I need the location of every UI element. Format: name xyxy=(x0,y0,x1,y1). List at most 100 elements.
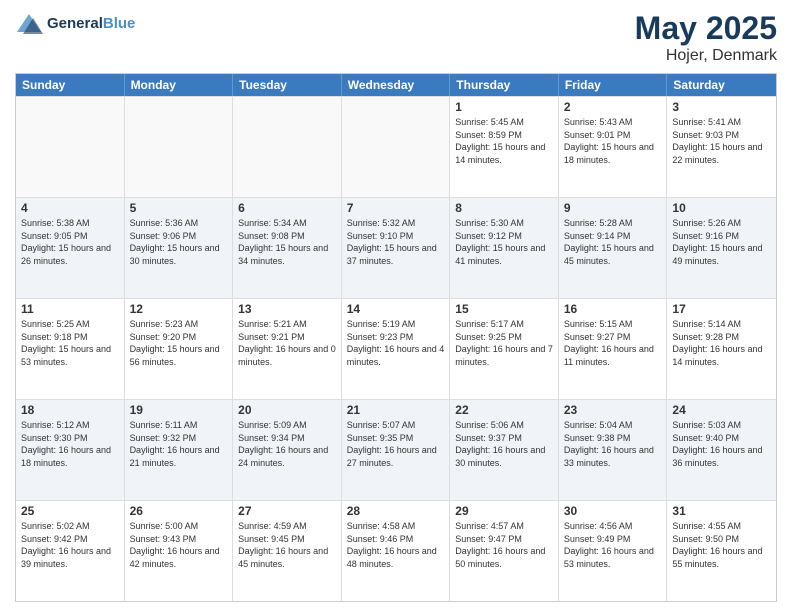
calendar-header-cell: Friday xyxy=(559,74,668,96)
day-number: 5 xyxy=(130,201,228,215)
calendar-cell: 11Sunrise: 5:25 AM Sunset: 9:18 PM Dayli… xyxy=(16,299,125,399)
calendar-cell: 4Sunrise: 5:38 AM Sunset: 9:05 PM Daylig… xyxy=(16,198,125,298)
day-number: 26 xyxy=(130,504,228,518)
day-info: Sunrise: 5:15 AM Sunset: 9:27 PM Dayligh… xyxy=(564,318,662,368)
day-info: Sunrise: 4:58 AM Sunset: 9:46 PM Dayligh… xyxy=(347,520,445,570)
calendar-cell: 25 Sunrise: 5:02 AM Sunset: 9:42 PM Dayli… xyxy=(16,501,125,601)
day-number: 6 xyxy=(238,201,336,215)
day-info: Sunrise: 5:03 AM Sunset: 9:40 PM Dayligh… xyxy=(672,419,771,469)
calendar-cell: 20Sunrise: 5:09 AM Sunset: 9:34 PM Dayli… xyxy=(233,400,342,500)
day-info: Sunrise: 5:23 AM Sunset: 9:20 PM Dayligh… xyxy=(130,318,228,368)
day-number: 8 xyxy=(455,201,553,215)
calendar-cell: 30 Sunrise: 4:56 AM Sunset: 9:49 PM Dayli… xyxy=(559,501,668,601)
calendar-cell: 22 Sunrise: 5:06 AM Sunset: 9:37 PM Dayli… xyxy=(450,400,559,500)
day-info: Sunrise: 5:12 AM Sunset: 9:30 PM Dayligh… xyxy=(21,419,119,469)
calendar-row: 1Sunrise: 5:45 AM Sunset: 8:59 PM Daylig… xyxy=(16,96,776,197)
day-info: Sunrise: 4:57 AM Sunset: 9:47 PM Dayligh… xyxy=(455,520,553,570)
day-number: 9 xyxy=(564,201,662,215)
day-info: Sunrise: 5:28 AM Sunset: 9:14 PM Dayligh… xyxy=(564,217,662,267)
day-info: Sunrise: 5:45 AM Sunset: 8:59 PM Dayligh… xyxy=(455,116,553,166)
day-number: 24 xyxy=(672,403,771,417)
calendar-row: 25 Sunrise: 5:02 AM Sunset: 9:42 PM Dayli… xyxy=(16,500,776,601)
calendar-cell: 27Sunrise: 4:59 AM Sunset: 9:45 PM Dayli… xyxy=(233,501,342,601)
day-info: Sunrise: 5:04 AM Sunset: 9:38 PM Dayligh… xyxy=(564,419,662,469)
calendar-cell: 2 Sunrise: 5:43 AM Sunset: 9:01 PM Daylig… xyxy=(559,97,668,197)
day-info: Sunrise: 5:36 AM Sunset: 9:06 PM Dayligh… xyxy=(130,217,228,267)
calendar-cell: 8 Sunrise: 5:30 AM Sunset: 9:12 PM Daylig… xyxy=(450,198,559,298)
calendar-header-cell: Tuesday xyxy=(233,74,342,96)
day-info: Sunrise: 5:26 AM Sunset: 9:16 PM Dayligh… xyxy=(672,217,771,267)
day-info: Sunrise: 5:11 AM Sunset: 9:32 PM Dayligh… xyxy=(130,419,228,469)
calendar-cell: 26Sunrise: 5:00 AM Sunset: 9:43 PM Dayli… xyxy=(125,501,234,601)
day-info: Sunrise: 5:21 AM Sunset: 9:21 PM Dayligh… xyxy=(238,318,336,368)
calendar-cell: 19 Sunrise: 5:11 AM Sunset: 9:32 PM Dayli… xyxy=(125,400,234,500)
day-number: 31 xyxy=(672,504,771,518)
calendar-row: 18 Sunrise: 5:12 AM Sunset: 9:30 PM Dayli… xyxy=(16,399,776,500)
day-number: 22 xyxy=(455,403,553,417)
calendar-cell: 18 Sunrise: 5:12 AM Sunset: 9:30 PM Dayli… xyxy=(16,400,125,500)
day-info: Sunrise: 5:07 AM Sunset: 9:35 PM Dayligh… xyxy=(347,419,445,469)
calendar-cell: 29 Sunrise: 4:57 AM Sunset: 9:47 PM Dayli… xyxy=(450,501,559,601)
day-info: Sunrise: 5:32 AM Sunset: 9:10 PM Dayligh… xyxy=(347,217,445,267)
calendar-body: 1Sunrise: 5:45 AM Sunset: 8:59 PM Daylig… xyxy=(16,96,776,601)
day-number: 20 xyxy=(238,403,336,417)
calendar-cell: 13 Sunrise: 5:21 AM Sunset: 9:21 PM Dayli… xyxy=(233,299,342,399)
calendar-cell: 24 Sunrise: 5:03 AM Sunset: 9:40 PM Dayli… xyxy=(667,400,776,500)
logo-icon xyxy=(15,10,43,38)
calendar-cell: 28Sunrise: 4:58 AM Sunset: 9:46 PM Dayli… xyxy=(342,501,451,601)
calendar-header-cell: Saturday xyxy=(667,74,776,96)
day-number: 2 xyxy=(564,100,662,114)
page-title: May 2025 xyxy=(635,10,777,47)
calendar-cell: 16 Sunrise: 5:15 AM Sunset: 9:27 PM Dayli… xyxy=(559,299,668,399)
day-info: Sunrise: 5:02 AM Sunset: 9:42 PM Dayligh… xyxy=(21,520,119,570)
calendar-row: 4Sunrise: 5:38 AM Sunset: 9:05 PM Daylig… xyxy=(16,197,776,298)
calendar-cell: 6Sunrise: 5:34 AM Sunset: 9:08 PM Daylig… xyxy=(233,198,342,298)
header: GeneralBlue May 2025 Hojer, Denmark xyxy=(15,10,777,65)
day-number: 13 xyxy=(238,302,336,316)
day-number: 21 xyxy=(347,403,445,417)
day-number: 18 xyxy=(21,403,119,417)
day-number: 15 xyxy=(455,302,553,316)
calendar-cell: 21 Sunrise: 5:07 AM Sunset: 9:35 PM Dayli… xyxy=(342,400,451,500)
calendar-cell: 17 Sunrise: 5:14 AM Sunset: 9:28 PM Dayli… xyxy=(667,299,776,399)
title-block: May 2025 Hojer, Denmark xyxy=(635,10,777,65)
page-subtitle: Hojer, Denmark xyxy=(635,47,777,65)
day-number: 16 xyxy=(564,302,662,316)
logo-text: GeneralBlue xyxy=(47,15,135,33)
calendar-header-cell: Thursday xyxy=(450,74,559,96)
day-info: Sunrise: 5:41 AM Sunset: 9:03 PM Dayligh… xyxy=(672,116,771,166)
day-info: Sunrise: 5:14 AM Sunset: 9:28 PM Dayligh… xyxy=(672,318,771,368)
day-info: Sunrise: 5:06 AM Sunset: 9:37 PM Dayligh… xyxy=(455,419,553,469)
day-number: 19 xyxy=(130,403,228,417)
calendar-header-cell: Sunday xyxy=(16,74,125,96)
day-number: 23 xyxy=(564,403,662,417)
day-number: 4 xyxy=(21,201,119,215)
calendar-cell xyxy=(233,97,342,197)
day-info: Sunrise: 5:43 AM Sunset: 9:01 PM Dayligh… xyxy=(564,116,662,166)
day-number: 12 xyxy=(130,302,228,316)
day-info: Sunrise: 4:56 AM Sunset: 9:49 PM Dayligh… xyxy=(564,520,662,570)
logo: GeneralBlue xyxy=(15,10,135,38)
day-info: Sunrise: 5:17 AM Sunset: 9:25 PM Dayligh… xyxy=(455,318,553,368)
calendar-cell xyxy=(125,97,234,197)
day-number: 14 xyxy=(347,302,445,316)
day-number: 25 xyxy=(21,504,119,518)
calendar-header: SundayMondayTuesdayWednesdayThursdayFrid… xyxy=(16,74,776,96)
calendar-header-cell: Monday xyxy=(125,74,234,96)
day-info: Sunrise: 5:30 AM Sunset: 9:12 PM Dayligh… xyxy=(455,217,553,267)
calendar-cell: 15 Sunrise: 5:17 AM Sunset: 9:25 PM Dayli… xyxy=(450,299,559,399)
calendar-cell: 10Sunrise: 5:26 AM Sunset: 9:16 PM Dayli… xyxy=(667,198,776,298)
day-info: Sunrise: 4:55 AM Sunset: 9:50 PM Dayligh… xyxy=(672,520,771,570)
calendar-cell: 23 Sunrise: 5:04 AM Sunset: 9:38 PM Dayli… xyxy=(559,400,668,500)
calendar-header-cell: Wednesday xyxy=(342,74,451,96)
calendar-cell: 7Sunrise: 5:32 AM Sunset: 9:10 PM Daylig… xyxy=(342,198,451,298)
day-number: 17 xyxy=(672,302,771,316)
day-number: 3 xyxy=(672,100,771,114)
day-info: Sunrise: 5:19 AM Sunset: 9:23 PM Dayligh… xyxy=(347,318,445,368)
calendar-cell: 3 Sunrise: 5:41 AM Sunset: 9:03 PM Daylig… xyxy=(667,97,776,197)
calendar-cell: 31 Sunrise: 4:55 AM Sunset: 9:50 PM Dayli… xyxy=(667,501,776,601)
day-number: 30 xyxy=(564,504,662,518)
day-number: 11 xyxy=(21,302,119,316)
calendar-cell: 9 Sunrise: 5:28 AM Sunset: 9:14 PM Daylig… xyxy=(559,198,668,298)
day-number: 29 xyxy=(455,504,553,518)
